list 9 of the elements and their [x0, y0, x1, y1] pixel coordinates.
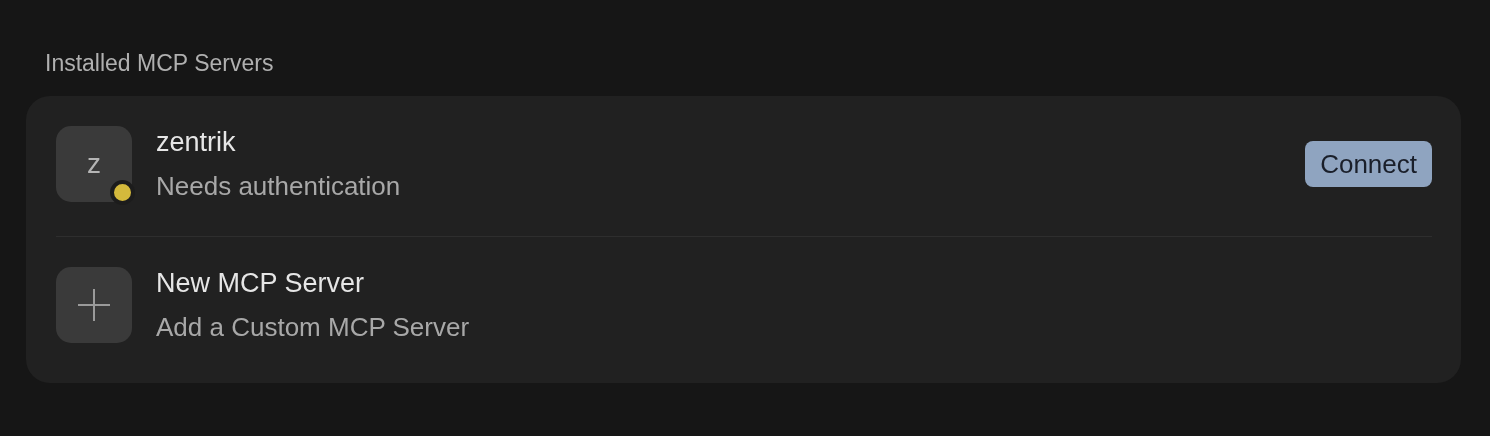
section-title: Installed MCP Servers — [45, 49, 275, 78]
avatar-initial: z — [87, 148, 101, 180]
add-server-button[interactable] — [56, 267, 132, 343]
server-status: Add a Custom MCP Server — [156, 311, 471, 343]
plus-icon — [77, 288, 111, 322]
connect-button[interactable]: Connect — [1305, 141, 1432, 187]
server-name: zentrik — [156, 126, 237, 158]
server-status: Needs authentication — [156, 170, 402, 202]
server-name: New MCP Server — [156, 267, 366, 299]
